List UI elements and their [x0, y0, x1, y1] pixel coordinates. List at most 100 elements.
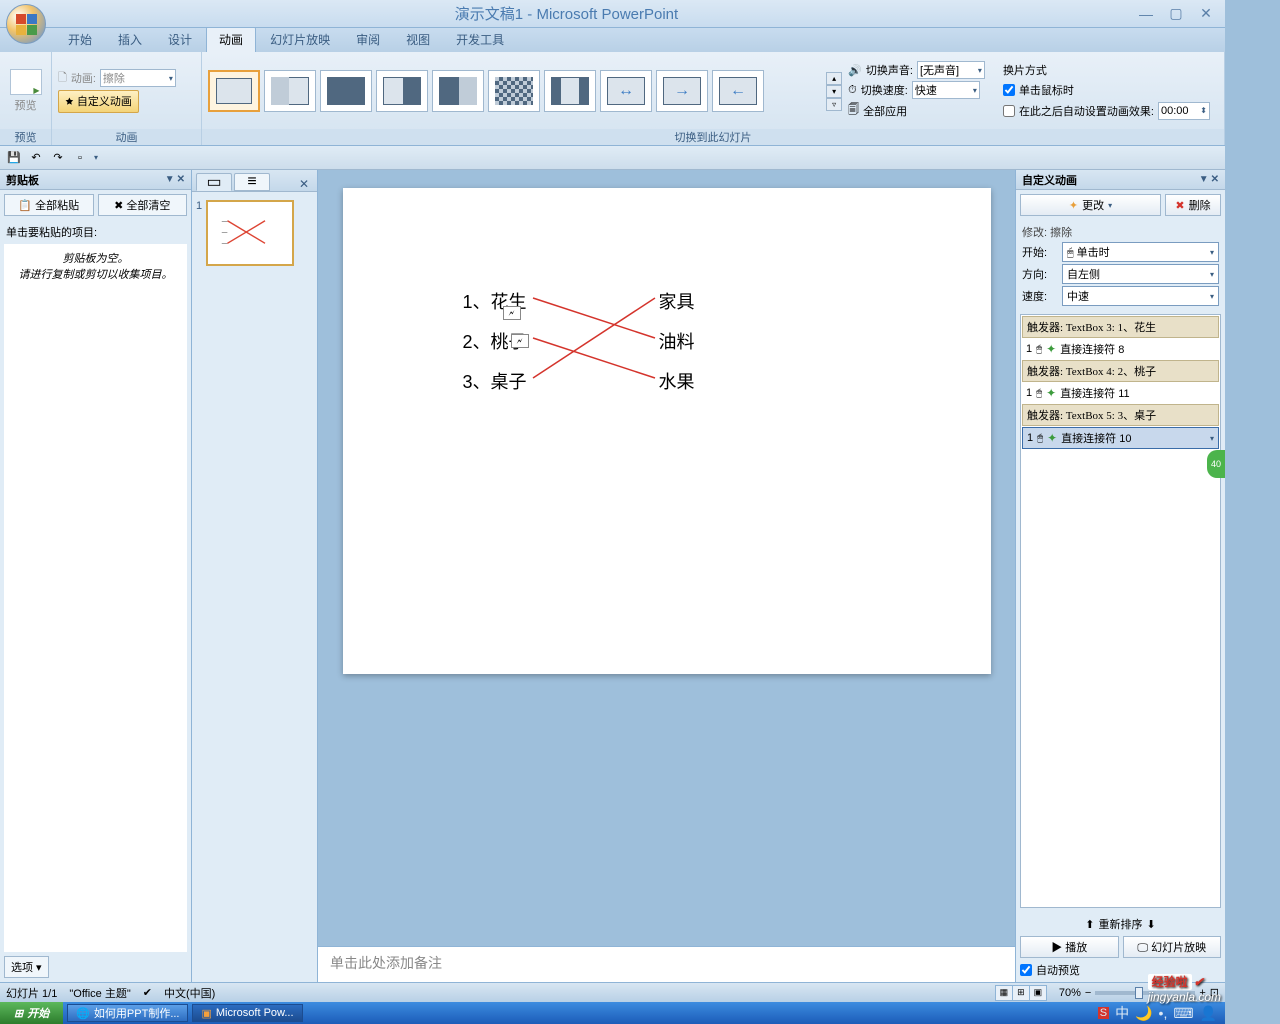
tab-design[interactable]: 设计 [156, 27, 204, 52]
sorter-view-icon[interactable]: ⊞ [1012, 985, 1030, 1001]
transition-item[interactable]: ↔ [600, 70, 652, 112]
quick-access-toolbar: 💾 ↶ ↷ ▫ ▾ [0, 146, 1225, 170]
speed-select[interactable]: 快速▾ [912, 81, 980, 99]
close-button[interactable]: ✕ [1193, 5, 1219, 23]
view-buttons: ▦ ⊞ ▣ [996, 985, 1047, 1001]
transition-item[interactable] [320, 70, 372, 112]
start-label: 开始: [1022, 244, 1058, 260]
redo-icon[interactable]: ↷ [50, 150, 66, 166]
qat-customize-icon[interactable]: ▾ [94, 153, 98, 162]
reorder-down-icon[interactable]: ⬇ [1147, 918, 1156, 931]
transition-item[interactable] [544, 70, 596, 112]
transition-item[interactable] [376, 70, 428, 112]
save-icon[interactable]: 💾 [6, 150, 22, 166]
pane-close-icon[interactable]: ✕ [177, 174, 185, 185]
direction-select[interactable]: 自左侧▾ [1062, 264, 1219, 284]
pane-dropdown-icon[interactable]: ▼ [165, 174, 175, 185]
clipboard-title: 剪贴板 [6, 172, 39, 188]
taskbar: ⊞开始 🌐如何用PPT制作... ▣Microsoft Pow... S 中 🌙… [0, 1002, 1225, 1024]
svg-text:—: — [222, 219, 228, 225]
apply-all-button[interactable]: 🗐全部应用 [848, 101, 985, 120]
tab-view[interactable]: 视图 [394, 27, 442, 52]
start-select[interactable]: 🖱 单击时▾ [1062, 242, 1219, 262]
tab-slideshow[interactable]: 幻灯片放映 [258, 27, 342, 52]
anim-pane-title: 自定义动画 [1022, 172, 1077, 188]
custom-animation-button[interactable]: 🟊 自定义动画 [58, 90, 139, 113]
animation-select[interactable]: 擦除▾ [100, 69, 176, 87]
slide-text-6[interactable]: 水果 [659, 368, 695, 394]
preview-label: 预览 [15, 100, 37, 112]
start-button[interactable]: ⊞开始 [0, 1002, 63, 1024]
group-preview-label: 预览 [0, 129, 51, 145]
gallery-scroll[interactable]: ▴▾▿ [826, 72, 842, 111]
undo-icon[interactable]: ↶ [28, 150, 44, 166]
paste-all-button[interactable]: 📋 全部粘贴 [4, 194, 94, 216]
auto-time-spinner[interactable]: 00:00⬍ [1158, 102, 1210, 120]
reorder-up-icon[interactable]: ⬆ [1085, 918, 1094, 931]
ribbon: 预览 预览 🗋动画:擦除▾ 🟊 自定义动画 动画 ↔ → ← [0, 52, 1225, 146]
preview-button[interactable]: 预览 [6, 69, 45, 113]
tab-review[interactable]: 审阅 [344, 27, 392, 52]
animation-item-selected[interactable]: 1🖱✦直接连接符 10▾ [1022, 427, 1219, 449]
office-button[interactable] [6, 4, 46, 44]
animation-item[interactable]: 1🖱✦直接连接符 8 [1022, 339, 1219, 359]
slide-text-5[interactable]: 油料 [659, 328, 695, 354]
anim-speed-select[interactable]: 中速▾ [1062, 286, 1219, 306]
spellcheck-icon[interactable]: ✔ [143, 986, 152, 999]
maximize-button[interactable]: ▢ [1163, 5, 1189, 23]
animation-pane: 自定义动画▼✕ ✦更改▾ ✖删除 修改: 擦除 开始:🖱 单击时▾ 方向:自左侧… [1015, 170, 1225, 982]
slide-thumbnail[interactable]: 1 ——— [196, 200, 313, 266]
autopreview-label: 自动预览 [1036, 962, 1080, 978]
tab-animations[interactable]: 动画 [206, 26, 256, 52]
tray-icon[interactable]: 👤 [1200, 1005, 1217, 1022]
zoom-level[interactable]: 70% [1059, 987, 1081, 999]
tray-icon[interactable]: •, [1159, 1005, 1168, 1021]
pane-dropdown-icon[interactable]: ▼ [1199, 174, 1209, 185]
remove-effect-button[interactable]: ✖删除 [1165, 194, 1221, 216]
thumb-pane-close-icon[interactable]: ✕ [295, 177, 313, 191]
tab-insert[interactable]: 插入 [106, 27, 154, 52]
slideshow-view-icon[interactable]: ▣ [1029, 985, 1047, 1001]
clear-all-button[interactable]: ✖ 全部清空 [98, 194, 188, 216]
transition-item[interactable]: → [656, 70, 708, 112]
zoom-out-icon[interactable]: − [1085, 987, 1091, 999]
sound-select[interactable]: [无声音]▾ [917, 61, 985, 79]
notes-area[interactable]: 单击此处添加备注 [318, 946, 1015, 982]
auto-advance-checkbox[interactable] [1003, 105, 1015, 117]
autopreview-checkbox[interactable] [1020, 964, 1032, 976]
qat-more-icon[interactable]: ▫ [72, 150, 88, 166]
clipboard-empty: 剪贴板为空。 请进行复制或剪切以收集项目。 [4, 244, 187, 952]
transition-item[interactable] [488, 70, 540, 112]
tray-icon[interactable]: 中 [1115, 1003, 1129, 1023]
animation-item[interactable]: 1🖱✦直接连接符 11 [1022, 383, 1219, 403]
title-bar: 演示文稿1 - Microsoft PowerPoint — ▢ ✕ [0, 0, 1225, 28]
pane-close-icon[interactable]: ✕ [1211, 174, 1219, 185]
options-button[interactable]: 选项 ▾ [4, 956, 49, 978]
outline-tab[interactable]: ≡ [234, 173, 270, 191]
side-badge[interactable]: 40 [1207, 450, 1225, 478]
mouse-click-checkbox[interactable] [1003, 84, 1015, 96]
normal-view-icon[interactable]: ▦ [995, 985, 1013, 1001]
minimize-button[interactable]: — [1133, 5, 1159, 23]
ime-icon[interactable]: S [1098, 1007, 1109, 1019]
change-effect-button[interactable]: ✦更改▾ [1020, 194, 1161, 216]
slide-text-3[interactable]: 3、桌子 [463, 368, 527, 394]
taskbar-item[interactable]: ▣Microsoft Pow... [192, 1004, 302, 1022]
slide[interactable]: 1、花生 2、桃子 3、桌子 家具 油料 水果 🗲 🗲 [343, 188, 991, 674]
slide-text-4[interactable]: 家具 [659, 288, 695, 314]
language-indicator[interactable]: 中文(中国) [164, 985, 215, 1001]
slideshow-button[interactable]: 🖵 幻灯片放映 [1123, 936, 1222, 958]
transition-item[interactable]: ← [712, 70, 764, 112]
tab-home[interactable]: 开始 [56, 27, 104, 52]
tray-icon[interactable]: 🌙 [1135, 1005, 1152, 1022]
transition-item[interactable] [264, 70, 316, 112]
taskbar-item[interactable]: 🌐如何用PPT制作... [67, 1004, 188, 1022]
play-button[interactable]: ▶ 播放 [1020, 936, 1119, 958]
tab-developer[interactable]: 开发工具 [444, 27, 516, 52]
transition-item[interactable] [432, 70, 484, 112]
svg-text:—: — [222, 230, 228, 236]
slides-tab[interactable]: ▭ [196, 173, 232, 191]
tray-icon[interactable]: ⌨ [1173, 1005, 1193, 1022]
transition-none[interactable] [208, 70, 260, 112]
group-anim-label: 动画 [52, 129, 201, 145]
